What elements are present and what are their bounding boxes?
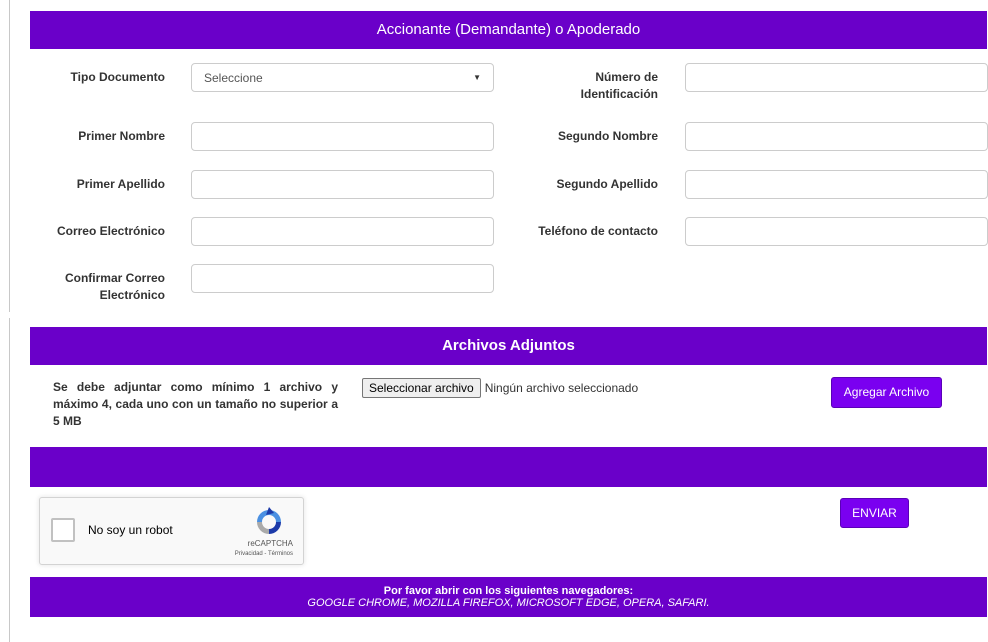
first-surname-label: Primer Apellido bbox=[76, 177, 165, 191]
first-surname-input[interactable] bbox=[191, 170, 494, 199]
doc-type-select[interactable]: Seleccione ▼ bbox=[191, 63, 494, 92]
id-number-label-line1: Número de bbox=[595, 70, 658, 84]
add-file-button[interactable]: Agregar Archivo bbox=[831, 377, 942, 408]
email-label: Correo Electrónico bbox=[56, 224, 165, 238]
applicant-section-header: Accionante (Demandante) o Apoderado bbox=[30, 11, 987, 49]
send-button[interactable]: ENVIAR bbox=[840, 498, 909, 528]
confirm-email-label-line1: Confirmar Correo bbox=[64, 271, 165, 285]
second-surname-input[interactable] bbox=[685, 170, 988, 199]
second-surname-label: Segundo Apellido bbox=[556, 177, 658, 191]
recaptcha-checkbox[interactable] bbox=[51, 518, 75, 542]
attachments-note: Se debe adjuntar como mínimo 1 archivo y… bbox=[53, 380, 338, 428]
phone-input[interactable] bbox=[685, 217, 988, 246]
browser-notice-line2: GOOGLE CHROME, MOZILLA FIREFOX, MICROSOF… bbox=[307, 597, 710, 609]
id-number-input[interactable] bbox=[685, 63, 988, 92]
choose-file-button[interactable]: Seleccionar archivo bbox=[362, 378, 481, 398]
recaptcha-terms-link[interactable]: Privacidad - Términos bbox=[235, 551, 293, 557]
confirm-email-input[interactable] bbox=[191, 264, 494, 293]
browser-notice: Por favor abrir con los siguientes naveg… bbox=[30, 577, 987, 617]
recaptcha-brand: reCAPTCHA bbox=[247, 539, 293, 548]
file-picker: Seleccionar archivo Ningún archivo selec… bbox=[362, 378, 638, 398]
separator-bar bbox=[30, 447, 987, 487]
page: Accionante (Demandante) o Apoderado Tipo… bbox=[0, 0, 988, 642]
second-name-input[interactable] bbox=[685, 122, 988, 151]
attachments-section-header: Archivos Adjuntos bbox=[30, 327, 987, 365]
recaptcha-label: No soy un robot bbox=[88, 523, 173, 537]
email-input[interactable] bbox=[191, 217, 494, 246]
confirm-email-label: Confirmar Correo Electrónico bbox=[40, 270, 165, 304]
phone-label: Teléfono de contacto bbox=[538, 224, 658, 238]
doc-type-label: Tipo Documento bbox=[70, 70, 165, 84]
first-name-label: Primer Nombre bbox=[78, 129, 165, 143]
left-divider bbox=[9, 318, 10, 642]
dropdown-arrow-icon: ▼ bbox=[473, 73, 481, 82]
left-divider bbox=[9, 0, 10, 312]
file-status-text: Ningún archivo seleccionado bbox=[484, 381, 639, 395]
first-name-input[interactable] bbox=[191, 122, 494, 151]
recaptcha-logo-icon bbox=[257, 507, 281, 534]
id-number-label-line2: Identificación bbox=[580, 87, 658, 101]
confirm-email-label-line2: Electrónico bbox=[99, 288, 165, 302]
second-name-label: Segundo Nombre bbox=[557, 129, 658, 143]
recaptcha-widget: No soy un robot reCAPTCHA Privacidad - T… bbox=[39, 497, 304, 565]
doc-type-selected-value: Seleccione bbox=[204, 70, 263, 85]
browser-notice-line1: Por favor abrir con los siguientes naveg… bbox=[383, 585, 634, 597]
id-number-label: Número de Identificación bbox=[520, 69, 658, 103]
